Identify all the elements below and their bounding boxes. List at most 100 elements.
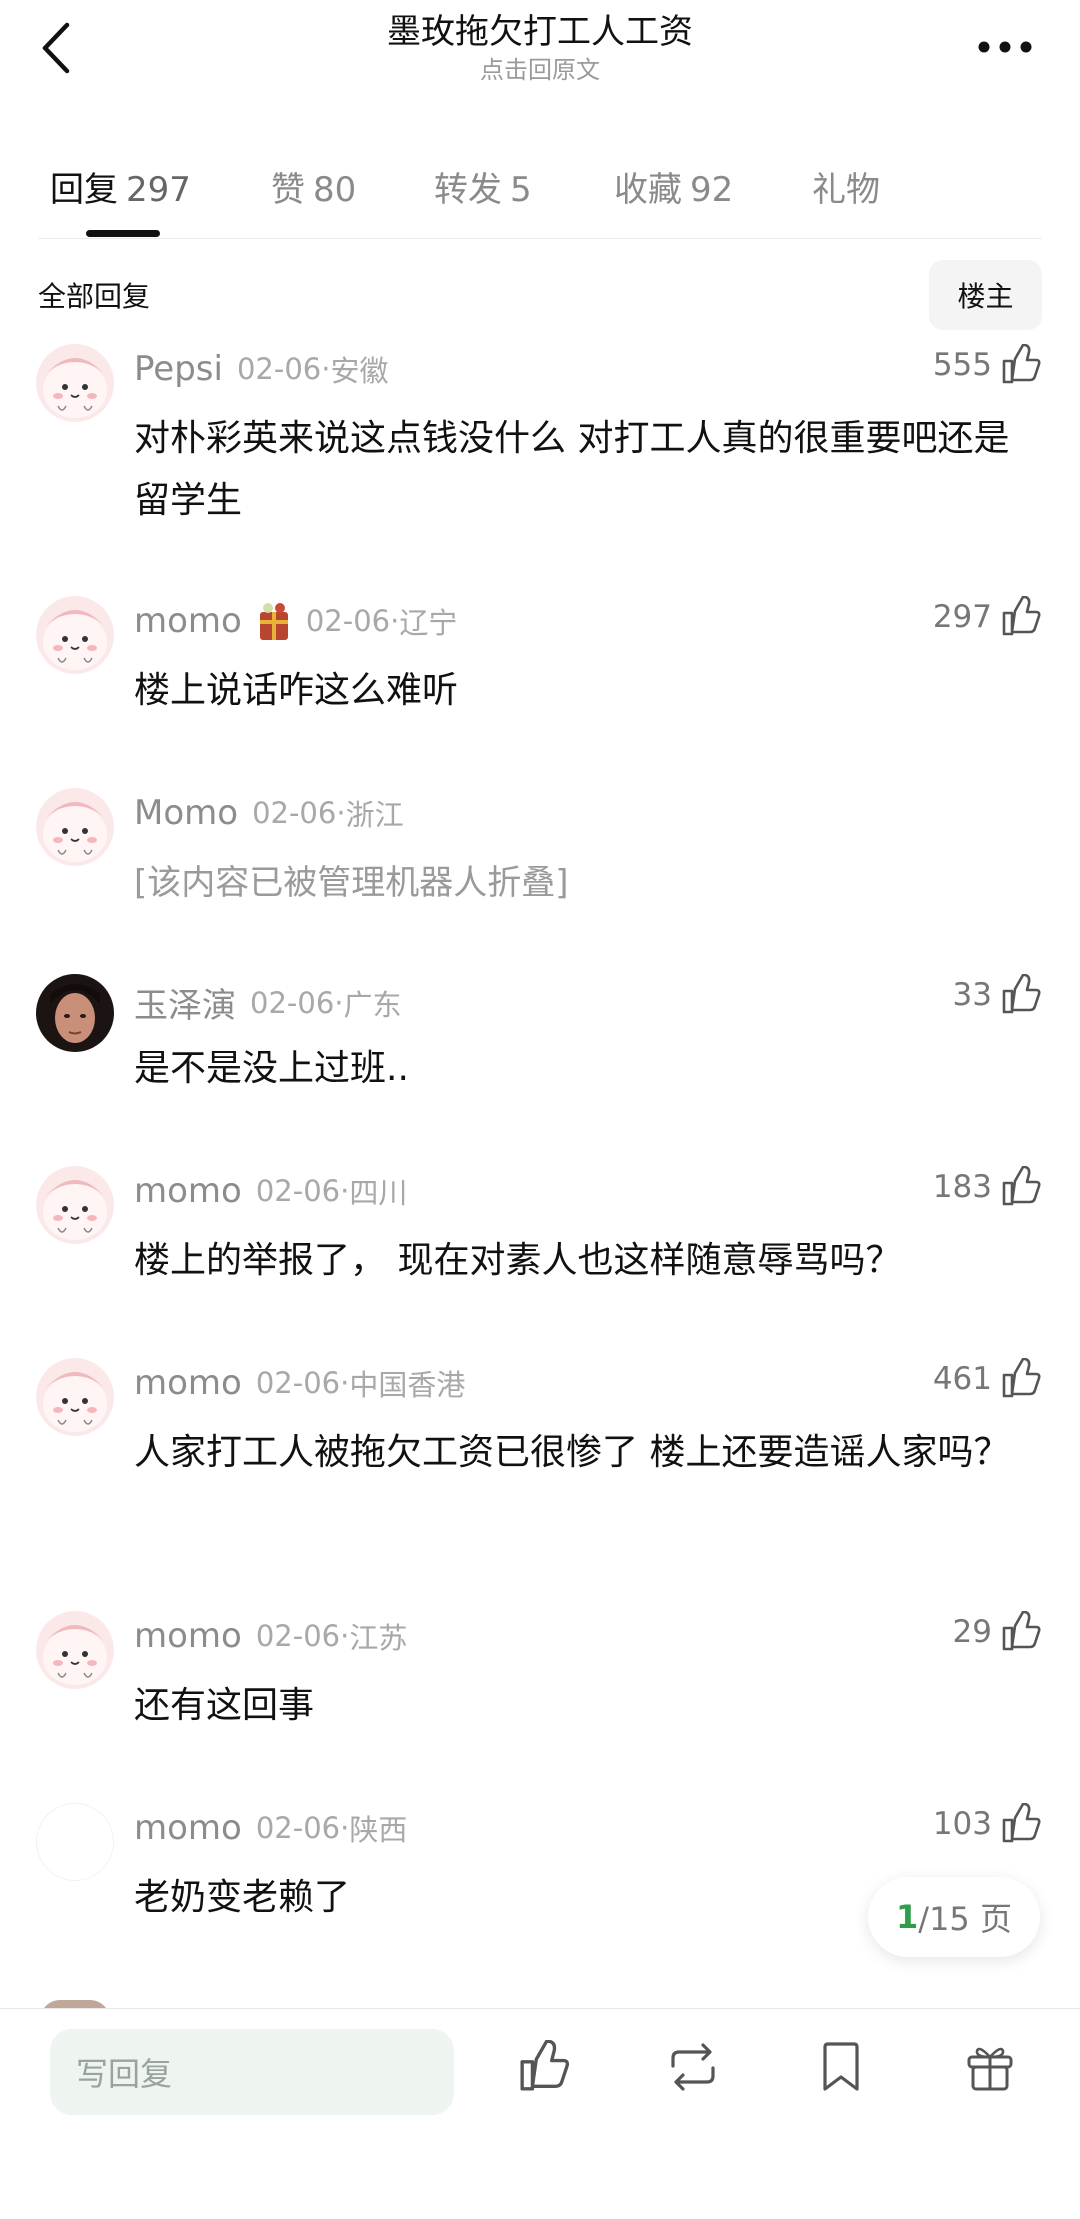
- reply-placeholder: 写回复: [76, 2055, 173, 2093]
- chevron-left-icon: [42, 22, 70, 74]
- avatar[interactable]: [36, 788, 114, 866]
- comment-date: 02-06·: [255, 1174, 350, 1208]
- like-button[interactable]: 29: [953, 1611, 1042, 1653]
- back-to-original-link[interactable]: 点击回原文: [200, 54, 880, 86]
- reply-input[interactable]: 写回复: [50, 2029, 454, 2115]
- tab-label: 转发: [434, 170, 502, 210]
- comment-meta: momo 02-06· 四川: [134, 1170, 407, 1212]
- page-indicator[interactable]: 1/15 页: [868, 1877, 1040, 1957]
- avatar[interactable]: [36, 1166, 114, 1244]
- like-button[interactable]: 555: [933, 344, 1042, 386]
- avatar[interactable]: [36, 1611, 114, 1689]
- back-button[interactable]: [30, 18, 82, 78]
- like-count: 461: [932, 1361, 992, 1397]
- like-button[interactable]: 183: [933, 1166, 1042, 1208]
- active-tab-indicator: [86, 230, 160, 237]
- comment-location: 江苏: [349, 1621, 408, 1655]
- tab-count: 297: [126, 170, 191, 210]
- avatar-photo[interactable]: [36, 974, 114, 1052]
- comment-text: 楼上说话咋这么难听: [134, 670, 459, 711]
- thumbs-up-icon: [1002, 1358, 1041, 1398]
- like-count: 297: [932, 599, 992, 635]
- thumbs-up-icon: [1002, 1803, 1041, 1843]
- tab-label: 收藏: [614, 170, 682, 210]
- comment-text: 还有这回事: [134, 1685, 315, 1726]
- like-count: 555: [932, 347, 992, 383]
- collapsed-notice[interactable]: [该内容已被管理机器人折叠]: [134, 852, 1034, 914]
- repost-icon: [671, 2043, 715, 2091]
- username[interactable]: Momo: [134, 793, 238, 833]
- like-count: 183: [932, 1169, 992, 1205]
- avatar-blank[interactable]: [36, 1803, 114, 1881]
- thumbs-up-icon: [1002, 596, 1041, 636]
- username[interactable]: momo: [134, 1616, 242, 1656]
- like-button[interactable]: 103: [933, 1803, 1042, 1845]
- thumbs-up-icon: [520, 2040, 570, 2091]
- like-button[interactable]: 33: [953, 974, 1042, 1016]
- comment-text: 人家打工人被拖欠工资已很惨了 楼上还要造谣人家吗？: [134, 1432, 1010, 1473]
- comment-meta: 玉泽演 02-06· 广东: [134, 978, 402, 1027]
- total-pages: /15 页: [918, 1900, 1012, 1938]
- comment-date: 02-06·: [250, 985, 344, 1020]
- more-options-button[interactable]: [970, 24, 1040, 70]
- more-dots-icon: [978, 41, 1032, 53]
- tab-gifts[interactable]: 礼物: [812, 162, 880, 211]
- thumbs-up-icon: [1002, 1611, 1041, 1651]
- like-button[interactable]: 297: [933, 596, 1042, 638]
- bookmark-button[interactable]: [811, 2037, 871, 2097]
- avatar[interactable]: [36, 344, 114, 422]
- post-title: 墨玫拖欠打工人工资: [387, 12, 693, 52]
- divider: [38, 238, 1042, 239]
- section-title: 全部回复: [38, 280, 151, 313]
- tab-label: 回复: [50, 170, 118, 210]
- tab-count: 92: [690, 170, 734, 210]
- tab-bar: 回复 297 赞 80 转发 5 收藏 92 礼物: [0, 140, 1080, 240]
- tab-favorites[interactable]: 收藏 92: [614, 162, 733, 211]
- comment-date: 02-06·: [236, 352, 331, 386]
- username[interactable]: momo: [134, 601, 242, 641]
- tab-reposts[interactable]: 转发 5: [434, 162, 532, 211]
- username[interactable]: 玉泽演: [134, 978, 236, 1027]
- avatar[interactable]: [36, 1358, 114, 1436]
- gift-button[interactable]: [960, 2037, 1020, 2097]
- tab-label: 礼物: [812, 170, 880, 210]
- owner-only-filter-button[interactable]: 楼主: [929, 260, 1042, 330]
- comment-text: 对朴彩英来说这点钱没什么 对打工人真的很重要吧还是留学生: [134, 418, 1010, 521]
- username[interactable]: momo: [134, 1808, 242, 1848]
- username[interactable]: momo: [134, 1171, 242, 1211]
- username[interactable]: momo: [134, 1363, 242, 1403]
- tab-likes[interactable]: 赞 80: [271, 162, 356, 211]
- comment-meta: momo 02-06· 辽宁: [134, 600, 457, 642]
- post-title-block[interactable]: 墨玫拖欠打工人工资 点击回原文: [200, 10, 880, 86]
- like-post-button[interactable]: [514, 2037, 574, 2097]
- top-navigation-bar: 墨玫拖欠打工人工资 点击回原文: [0, 0, 1080, 110]
- repost-button[interactable]: [663, 2037, 723, 2097]
- bookmark-icon: [823, 2042, 859, 2091]
- tab-label: 赞: [271, 170, 305, 210]
- comment-meta: momo 02-06· 中国香港: [134, 1362, 465, 1404]
- comment-location: 浙江: [345, 798, 404, 832]
- thumbs-up-icon: [1002, 1166, 1041, 1206]
- comment-location: 中国香港: [349, 1368, 466, 1402]
- like-button[interactable]: 461: [933, 1358, 1042, 1400]
- comment-meta: Momo 02-06· 浙江: [134, 792, 404, 834]
- gift-badge-icon: [259, 603, 288, 640]
- comment-text: 楼上的举报了， 现在对素人也这样随意辱骂吗？: [134, 1240, 902, 1281]
- bottom-action-bar: 写回复: [0, 2009, 1080, 2219]
- gift-icon: [967, 2047, 1013, 2091]
- tab-count: 5: [510, 170, 532, 210]
- comment-date: 02-06·: [305, 604, 400, 638]
- thumbs-up-icon: [1002, 344, 1041, 384]
- current-page: 1: [896, 1898, 919, 1936]
- comment-location: 辽宁: [399, 606, 458, 640]
- comment-location: 陕西: [349, 1813, 408, 1847]
- comment-date: 02-06·: [255, 1619, 350, 1653]
- comment-meta: Pepsi 02-06· 安徽: [134, 348, 388, 390]
- like-count: 33: [952, 977, 992, 1013]
- avatar[interactable]: [36, 596, 114, 674]
- comment-meta: momo 02-06· 陕西: [134, 1807, 407, 1849]
- comment-date: 02-06·: [255, 1366, 350, 1400]
- username[interactable]: Pepsi: [134, 349, 223, 389]
- tab-replies[interactable]: 回复 297: [50, 162, 191, 211]
- tab-count: 80: [313, 170, 357, 210]
